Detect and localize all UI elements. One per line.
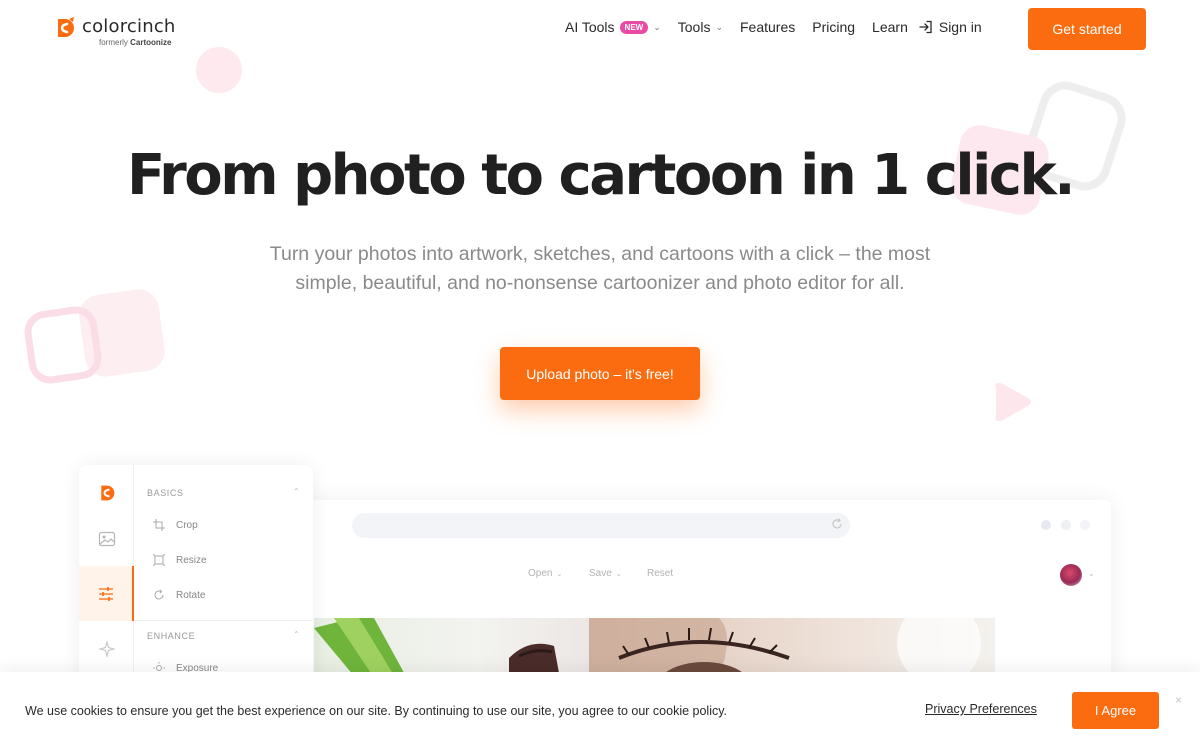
colorcinch-logo-icon <box>58 17 74 37</box>
chevron-up-icon[interactable]: ⌃ <box>293 630 300 639</box>
hero-title: From photo to cartoon in 1 click. <box>126 143 1076 208</box>
nav-item-features[interactable]: Features <box>740 19 795 35</box>
nav-item-label: Pricing <box>812 19 856 35</box>
adjust-panel: BASICS ⌃ Crop Resize Rotate ENHANCE ⌃ Ex… <box>135 465 313 700</box>
window-dot-icon <box>1061 520 1071 530</box>
toolbar-label: Reset <box>647 568 674 579</box>
chevron-down-icon: ⌄ <box>653 21 661 32</box>
tool-label: Rotate <box>176 589 206 601</box>
logo-icon <box>100 485 114 500</box>
chevron-up-icon[interactable]: ⌃ <box>293 487 300 496</box>
refresh-icon <box>832 518 842 529</box>
editor-sidebar: BASICS ⌃ Crop Resize Rotate ENHANCE ⌃ Ex… <box>79 465 313 700</box>
editor-url-bar <box>352 513 850 538</box>
sliders-icon <box>98 586 113 601</box>
section-heading-basics: BASICS <box>147 488 184 498</box>
window-dot-icon <box>1080 520 1090 530</box>
nav-item-learn[interactable]: Learn <box>872 19 908 35</box>
nav-item-tools[interactable]: Tools ⌄ <box>678 19 723 35</box>
privacy-preferences-link[interactable]: Privacy Preferences <box>925 702 1037 716</box>
tool-rail <box>79 465 134 700</box>
tool-label: Crop <box>176 519 198 531</box>
tool-label: Resize <box>176 554 207 566</box>
signin-label: Sign in <box>938 19 982 35</box>
window-dot-icon <box>1041 520 1051 530</box>
nav-item-label: AI Tools <box>565 19 615 35</box>
rotate-icon <box>154 589 164 600</box>
tool-rotate[interactable]: Rotate <box>153 589 205 601</box>
cookie-banner: We use cookies to ensure you get the bes… <box>0 672 1200 750</box>
brand-name: colorcinch <box>82 16 176 37</box>
rail-image[interactable] <box>79 511 134 566</box>
brand-formerly: formerly Cartoonize <box>99 38 172 47</box>
cookie-message: We use cookies to ensure you get the bes… <box>25 704 728 718</box>
section-divider <box>135 620 313 621</box>
sparkle-icon <box>97 639 116 658</box>
chevron-down-icon: ⌄ <box>615 570 622 578</box>
nav-item-label: Learn <box>872 19 908 35</box>
rail-adjust[interactable] <box>79 566 134 621</box>
tool-crop[interactable]: Crop <box>153 519 198 531</box>
chevron-down-icon: ⌄ <box>715 21 723 32</box>
signin-link[interactable]: Sign in <box>919 19 982 35</box>
toolbar-save[interactable]: Save ⌄ <box>589 568 622 579</box>
sign-in-icon <box>919 20 932 34</box>
agree-button[interactable]: I Agree <box>1072 692 1159 729</box>
tool-resize[interactable]: Resize <box>153 554 207 566</box>
toolbar-label: Save <box>589 568 612 579</box>
nav-item-label: Tools <box>677 19 711 35</box>
toolbar-label: Open <box>528 568 553 579</box>
image-icon <box>98 531 115 546</box>
nav-item-ai-tools[interactable]: AI Tools NEW ⌄ <box>565 19 661 35</box>
section-heading-enhance: ENHANCE <box>147 631 196 641</box>
crop-icon <box>153 519 165 531</box>
new-badge: NEW <box>619 20 649 34</box>
rail-effects[interactable] <box>79 621 134 676</box>
close-icon[interactable]: × <box>1175 693 1182 707</box>
hero-subtitle-line: simple, beautiful, and no-nonsense carto… <box>295 272 905 294</box>
chevron-down-icon: ⌄ <box>556 570 563 578</box>
avatar[interactable] <box>1060 564 1082 586</box>
main-nav: AI Tools NEW ⌄ Tools ⌄ Features Pricing … <box>565 19 999 35</box>
resize-icon <box>153 554 165 566</box>
toolbar-open[interactable]: Open ⌄ <box>528 568 562 579</box>
hero-subtitle-line: Turn your photos into artwork, sketches,… <box>269 243 931 265</box>
site-header: colorcinch formerly Cartoonize AI Tools … <box>0 0 1200 60</box>
brand-logo[interactable]: colorcinch formerly Cartoonize <box>54 16 176 47</box>
hero-subtitle: Turn your photos into artwork, sketches,… <box>260 240 940 298</box>
chevron-down-icon: ⌄ <box>1088 569 1095 578</box>
toolbar-reset[interactable]: Reset <box>647 568 673 579</box>
get-started-button[interactable]: Get started <box>1028 8 1146 50</box>
nav-item-label: Features <box>740 19 796 35</box>
nav-item-pricing[interactable]: Pricing <box>812 19 855 35</box>
upload-photo-button[interactable]: Upload photo – it's free! <box>500 347 700 400</box>
